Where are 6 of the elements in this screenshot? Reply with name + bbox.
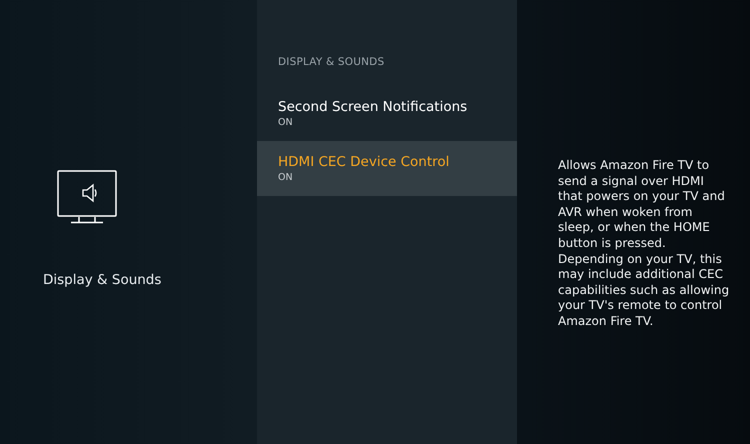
section-heading: DISPLAY & SOUNDS	[278, 56, 386, 68]
menu-item[interactable]: Second Screen Notifications ON	[257, 86, 517, 141]
category-title: Display & Sounds	[43, 272, 162, 288]
description-text: Allows Amazon Fire TV to send a signal over HDMI that powers on your TV and AVR when woken from sleep, or when the HOME button is pressed. Depending on your TV, this may include additional CEC capabilities such as allowing your TV's remote to control Amazon Fire TV.	[558, 158, 730, 330]
menu-item[interactable]: HDMI CEC Device Control ON	[257, 141, 517, 196]
tv-speaker-icon	[57, 170, 117, 226]
